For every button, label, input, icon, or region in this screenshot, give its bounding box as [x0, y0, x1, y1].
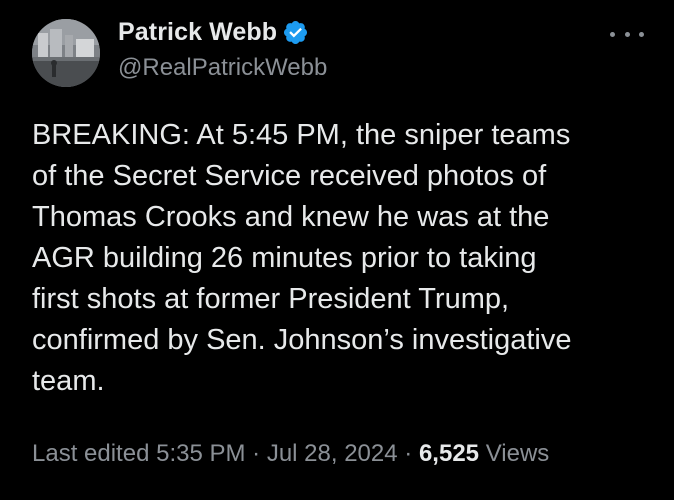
more-dot	[610, 31, 615, 37]
meta-separator: ·	[252, 440, 261, 467]
tweet-text-line: team.	[32, 365, 105, 397]
views-count[interactable]: 6,525	[419, 440, 479, 467]
author-name-row: Patrick Webb	[118, 16, 309, 48]
edit-label[interactable]: Last edited	[32, 440, 149, 467]
more-dot	[639, 31, 644, 37]
tweet-time[interactable]: 5:35 PM	[156, 440, 245, 467]
avatar-photo	[32, 19, 100, 87]
more-options-icon[interactable]	[610, 24, 644, 44]
tweet-text-line: of the Secret Service received photos of	[32, 160, 547, 192]
author-display-name[interactable]: Patrick Webb	[118, 18, 277, 47]
tweet-meta: Last edited 5:35 PM · Jul 28, 2024 · 6,5…	[32, 440, 549, 468]
author-handle[interactable]: @RealPatrickWebb	[118, 54, 327, 82]
meta-separator: ·	[404, 440, 413, 467]
tweet-text-line: first shots at former President Trump,	[32, 283, 510, 315]
avatar[interactable]	[32, 19, 100, 87]
verified-badge-icon	[282, 19, 309, 46]
tweet-text-line: Thomas Crooks and knew he was at the	[32, 201, 550, 233]
tweet-date[interactable]: Jul 28, 2024	[267, 440, 398, 467]
tweet-text: BREAKING: At 5:45 PM, the sniper teams o…	[32, 115, 652, 402]
tweet-detail: Patrick Webb @RealPatrickWebb BREAKING: …	[0, 0, 674, 500]
more-dot	[624, 31, 630, 37]
tweet-text-line: BREAKING: At 5:45 PM, the sniper teams	[32, 119, 571, 151]
views-label[interactable]: Views	[486, 440, 550, 467]
tweet-text-line: AGR building 26 minutes prior to taking	[32, 242, 537, 274]
tweet-text-line: confirmed by Sen. Johnson’s investigativ…	[32, 324, 572, 356]
